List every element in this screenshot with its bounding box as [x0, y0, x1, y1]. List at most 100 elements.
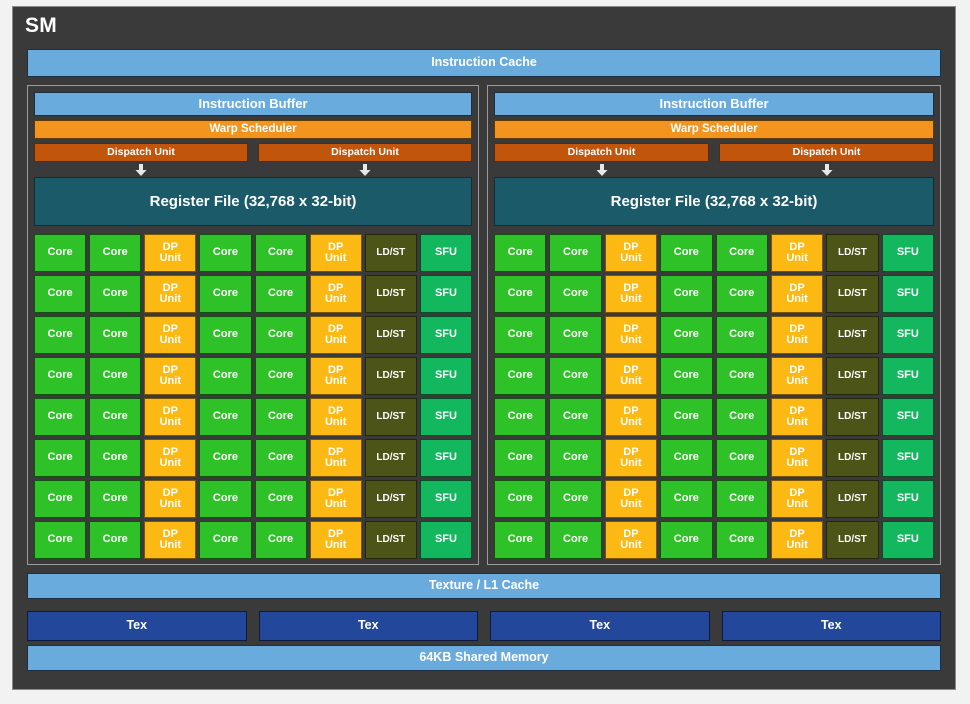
unit-label-line2: Unit [324, 252, 347, 264]
dp-unit: DP Unit [770, 316, 824, 354]
dp-unit: DP Unit [604, 275, 658, 313]
unit-label: SFU [434, 533, 457, 546]
sfu-unit: SFU [419, 398, 472, 436]
unit-label-line2: Unit [620, 252, 642, 264]
unit-label-line2: Unit [620, 293, 642, 305]
page-title: SM [25, 14, 58, 37]
dp-unit: DP Unit [604, 398, 658, 436]
unit-label: SFU [434, 369, 457, 382]
sfu-unit: SFU [881, 316, 934, 354]
dp-unit: DP Unit [144, 234, 197, 272]
core-unit: Core [89, 234, 142, 272]
unit-label: Core [563, 287, 589, 300]
sfu-unit: SFU [419, 316, 472, 354]
dp-unit: DP Unit [144, 439, 197, 477]
unit-label: Core [673, 410, 699, 423]
tex-unit-label: Tex [357, 618, 379, 633]
unit-label: Core [47, 451, 73, 464]
unit-label-line2: Unit [786, 334, 808, 346]
core-unit: Core [660, 316, 713, 354]
unit-label: LD/ST [376, 533, 406, 545]
unit-label: LD/ST [837, 287, 867, 299]
dp-unit: DP Unit [309, 357, 362, 395]
ldst-unit: LD/ST [364, 439, 417, 477]
sm-chassis: SM Instruction Cache Instruction Buffer W… [12, 6, 956, 690]
unit-label-line2: Unit [620, 416, 642, 428]
unit-label: SFU [896, 328, 919, 341]
register-file-2: Register File (32,768 x 32-bit) [494, 177, 934, 226]
unit-label: Core [729, 287, 755, 300]
dp-unit: DP Unit [604, 316, 658, 354]
dp-unit: DP Unit [770, 234, 824, 272]
unit-label: Core [729, 451, 755, 464]
unit-label-line2: Unit [324, 457, 347, 469]
unit-label: SFU [896, 451, 919, 464]
unit-label: LD/ST [376, 410, 406, 422]
core-unit: Core [199, 275, 252, 313]
unit-label: Core [507, 410, 533, 423]
unit-label: Core [47, 492, 73, 505]
unit-label: Core [563, 246, 589, 259]
unit-label: Core [268, 369, 294, 382]
instruction-cache-block: Instruction Cache [27, 49, 941, 77]
tex-unit-label: Tex [589, 618, 611, 633]
unit-label: Core [212, 287, 238, 300]
core-unit: Core [715, 521, 768, 559]
unit-label-line2: Unit [159, 457, 181, 469]
unit-label: SFU [434, 328, 457, 341]
unit-label-line2: Unit [786, 293, 808, 305]
unit-label: Core [729, 533, 755, 546]
unit-label: Core [507, 533, 533, 546]
unit-label: Core [102, 246, 128, 259]
dp-unit: DP Unit [770, 357, 824, 395]
core-unit: Core [199, 234, 252, 272]
core-unit: Core [34, 398, 87, 436]
core-unit: Core [715, 357, 768, 395]
unit-label: LD/ST [376, 451, 406, 463]
core-unit: Core [199, 521, 252, 559]
core-unit: Core [660, 521, 713, 559]
ldst-unit: LD/ST [826, 480, 879, 518]
core-unit: Core [254, 439, 307, 477]
unit-label: Core [268, 451, 294, 464]
dispatch-arrow-icon-2-1 [596, 163, 609, 176]
ldst-unit: LD/ST [364, 398, 417, 436]
unit-label: Core [212, 451, 238, 464]
unit-label: Core [102, 287, 128, 300]
ldst-unit: LD/ST [826, 398, 879, 436]
dp-unit: DP Unit [604, 439, 658, 477]
core-unit: Core [715, 234, 768, 272]
unit-label: Core [673, 328, 699, 341]
unit-label-line2: Unit [786, 252, 808, 264]
dp-unit: DP Unit [604, 521, 658, 559]
unit-label: LD/ST [837, 410, 867, 422]
core-unit: Core [89, 316, 142, 354]
sm-diagram-root: SM Instruction Cache Instruction Buffer W… [0, 0, 970, 704]
dp-unit: DP Unit [144, 521, 197, 559]
ldst-unit: LD/ST [364, 316, 417, 354]
core-unit: Core [494, 234, 547, 272]
core-unit: Core [549, 275, 602, 313]
unit-label: SFU [434, 410, 457, 423]
unit-label: Core [102, 328, 128, 341]
core-unit: Core [34, 275, 87, 313]
core-unit: Core [199, 357, 252, 395]
dp-unit: DP Unit [770, 439, 824, 477]
unit-label-line2: Unit [786, 375, 808, 387]
core-unit: Core [494, 480, 547, 518]
unit-label: SFU [896, 533, 919, 546]
dispatch-unit-1-2: Dispatch Unit [258, 143, 472, 162]
core-unit: Core [715, 316, 768, 354]
unit-label-line2: Unit [620, 334, 642, 346]
core-unit: Core [34, 316, 87, 354]
tex-unit: Tex [490, 611, 710, 641]
core-unit: Core [549, 357, 602, 395]
unit-label: LD/ST [837, 492, 867, 504]
sfu-unit: SFU [419, 521, 472, 559]
core-unit: Core [715, 439, 768, 477]
unit-label: SFU [434, 246, 457, 259]
unit-label: Core [102, 492, 128, 505]
unit-label: Core [673, 246, 699, 259]
unit-label-line2: Unit [786, 457, 808, 469]
unit-label: Core [729, 246, 755, 259]
